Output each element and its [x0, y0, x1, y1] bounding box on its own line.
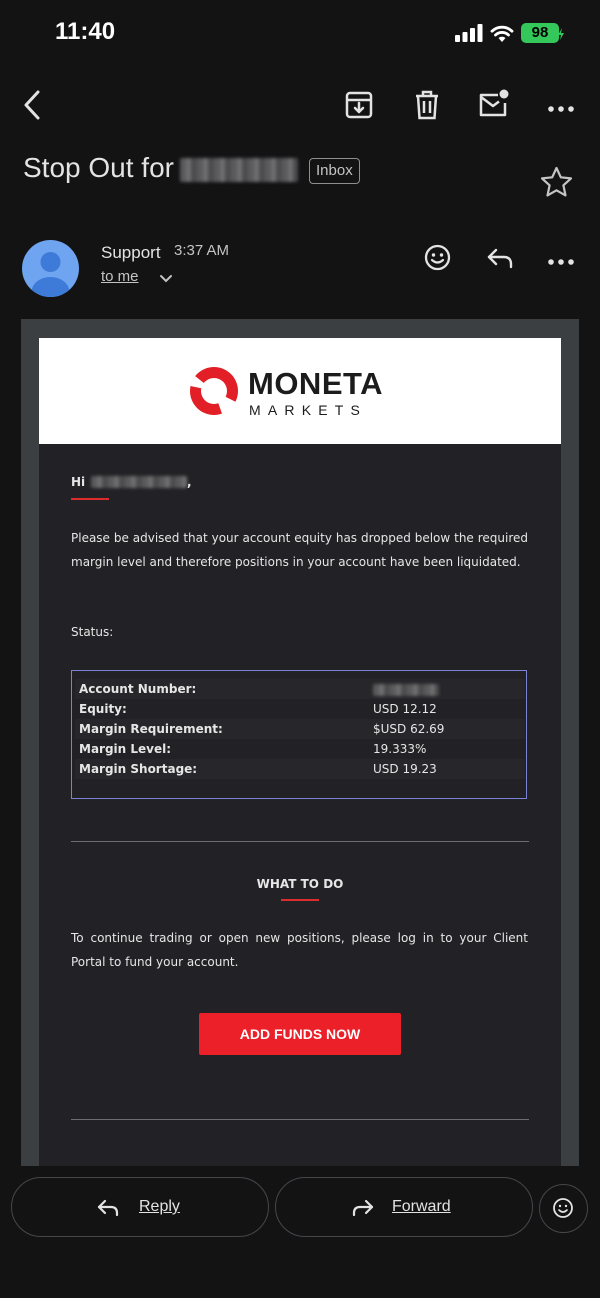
forward-arrow-icon [352, 1199, 374, 1217]
mark-unread-button[interactable] [478, 89, 510, 119]
emoji-reaction-button[interactable] [539, 1184, 588, 1233]
wifi-icon [490, 23, 514, 43]
greeting-prefix: Hi [71, 475, 86, 489]
status-value: 19.333% [373, 742, 427, 756]
archive-button[interactable] [345, 91, 373, 119]
status-key: Margin Level: [79, 742, 172, 756]
status-label: Status: [71, 625, 114, 639]
reply-arrow-icon [97, 1199, 119, 1217]
status-key: Margin Shortage: [75, 759, 369, 779]
status-key: Margin Requirement: [75, 719, 369, 739]
table-row: Account Number: [75, 679, 525, 699]
redacted-name [180, 158, 298, 182]
section-title-underline [281, 899, 319, 901]
forward-button[interactable]: Forward [275, 1177, 533, 1237]
footer-divider [71, 1119, 529, 1120]
reply-icon[interactable] [486, 247, 514, 269]
email-subject: Stop Out for [23, 152, 174, 183]
star-icon[interactable] [540, 166, 573, 198]
table-row: Margin Level: 19.333% [75, 739, 525, 759]
status-table: Account Number: Equity: USD 12.12 Margin … [71, 670, 527, 799]
status-key: Equity: [79, 702, 127, 716]
greeting-suffix: , [187, 475, 192, 489]
brand-name: MONETA [248, 366, 384, 401]
add-funds-button[interactable]: ADD FUNDS NOW [199, 1013, 401, 1055]
status-time: 11:40 [55, 18, 116, 45]
emoji-react-icon[interactable] [424, 244, 451, 271]
section-divider [71, 841, 529, 842]
reply-button[interactable]: Reply [11, 1177, 269, 1237]
redacted-recipient [91, 476, 187, 488]
sender-name[interactable]: Support [101, 243, 161, 263]
recipient-details[interactable]: to me [101, 268, 139, 285]
cellular-signal-icon [455, 24, 483, 42]
status-value: USD 19.23 [369, 759, 525, 779]
back-button[interactable] [18, 88, 48, 122]
reply-label: Reply [139, 1198, 180, 1215]
status-value: $USD 62.69 [369, 719, 525, 739]
status-value [369, 679, 525, 699]
status-value: USD 12.12 [373, 702, 437, 716]
status-key: Account Number: [75, 679, 369, 699]
smiley-icon [553, 1198, 573, 1218]
table-row: Margin Requirement: $USD 62.69 [75, 719, 525, 739]
avatar[interactable] [22, 240, 79, 297]
chevron-down-icon[interactable] [159, 271, 173, 283]
brand-logo-icon [189, 366, 239, 416]
table-row: Equity: USD 12.12 [75, 699, 525, 719]
section-title: WHAT TO DO [256, 877, 344, 891]
table-row: Margin Shortage: USD 19.23 [75, 759, 525, 779]
delete-button[interactable] [414, 90, 440, 120]
forward-label: Forward [392, 1198, 451, 1215]
charging-bolt-icon [558, 27, 564, 40]
battery-indicator: 98 [521, 23, 559, 43]
more-options-icon[interactable] [548, 100, 574, 112]
message-more-icon[interactable] [548, 253, 574, 265]
greeting-underline [71, 498, 109, 500]
inbox-label-chip[interactable]: Inbox [309, 158, 360, 184]
redacted-account-number [373, 683, 439, 696]
brand-subtitle: MARKETS [249, 402, 368, 418]
instruction-paragraph: To continue trading or open new position… [71, 931, 528, 969]
brand-header: MONETA MARKETS [39, 338, 561, 444]
notice-paragraph: Please be advised that your account equi… [71, 531, 528, 569]
sent-time: 3:37 AM [174, 242, 230, 259]
